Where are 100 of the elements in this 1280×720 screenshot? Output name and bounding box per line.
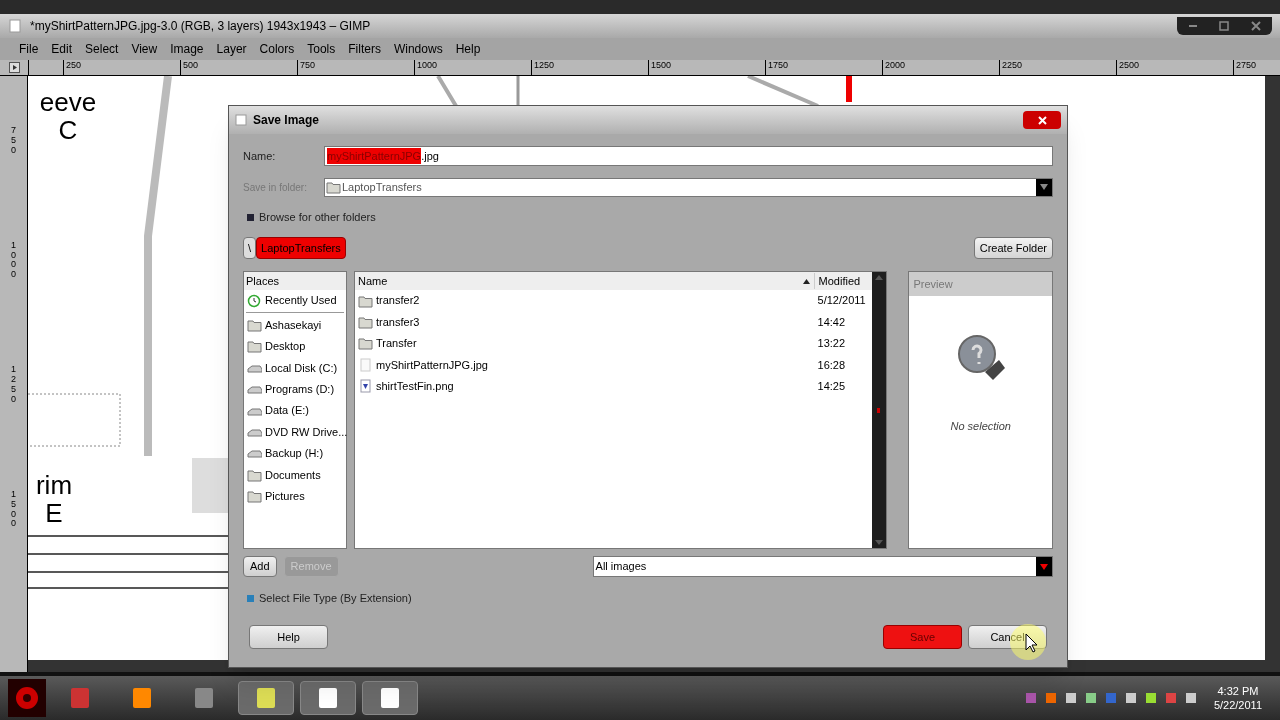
ruler-label: 750 — [300, 60, 316, 71]
folder-icon — [247, 318, 262, 333]
path-button[interactable]: \ — [243, 237, 257, 259]
file-date: 5/12/2011 — [816, 293, 867, 309]
tray-icon — [1023, 691, 1038, 705]
expander-label[interactable]: Select File Type (By Extension) — [259, 589, 412, 607]
menu-item[interactable]: Tools — [307, 40, 336, 58]
file-row[interactable]: transfer2 5/12/2011 — [355, 290, 872, 312]
file-row[interactable]: myShirtPatternJPG.jpg 16:28 — [355, 354, 872, 376]
ruler-label: 1250 — [534, 60, 555, 71]
file-name: transfer3 — [376, 314, 420, 330]
place-item[interactable]: Data (E:) — [244, 399, 346, 422]
menu-item[interactable]: Edit — [51, 40, 73, 58]
folder-icon — [358, 315, 373, 330]
menu-item[interactable]: Colors — [259, 40, 295, 58]
create-folder-button[interactable]: Create Folder — [973, 237, 1053, 259]
vertical-scrollbar[interactable] — [1265, 76, 1280, 672]
ruler-label: 1750 — [768, 60, 789, 71]
field-label: Name: — [243, 148, 277, 164]
file-row[interactable]: Transfer 13:22 — [355, 332, 872, 355]
recent-icon — [247, 293, 262, 308]
place-item[interactable]: Backup (H:) — [244, 442, 346, 465]
minimize-icon — [1187, 25, 1198, 27]
app-icon — [193, 686, 215, 710]
file-icon — [358, 357, 373, 372]
add-button[interactable]: Add — [243, 556, 277, 577]
tray-icon — [1183, 691, 1198, 705]
tray-icon — [1083, 691, 1098, 705]
file-row[interactable]: shirtTestFin.png 14:25 — [355, 375, 872, 397]
scroll-down-icon — [874, 540, 883, 545]
expander-icon[interactable] — [247, 213, 254, 221]
menu-item[interactable]: Image — [170, 40, 204, 58]
menu-item[interactable]: Filters — [348, 40, 381, 58]
tray-icon — [1143, 691, 1158, 705]
vertical-scrollbar[interactable] — [871, 272, 886, 548]
taskbar-button[interactable] — [362, 681, 418, 715]
column-header[interactable]: Name — [355, 272, 814, 290]
ruler-label: 2750 — [1236, 60, 1257, 71]
app-icon — [69, 686, 91, 710]
app-icon — [317, 686, 339, 710]
help-button[interactable]: Help — [249, 625, 328, 649]
file-name: Transfer — [376, 336, 417, 352]
app-icon — [131, 686, 153, 710]
ruler-label: 1500 — [651, 60, 672, 71]
navigate-icon — [8, 61, 20, 73]
taskbar-button[interactable] — [238, 681, 294, 715]
ruler-label: 250 — [66, 60, 82, 71]
place-item[interactable]: Recently Used — [244, 290, 346, 312]
folder-icon — [326, 180, 341, 194]
menu-item[interactable]: File — [19, 40, 39, 58]
place-item[interactable]: Ashasekayi — [244, 314, 346, 336]
caret-icon — [1040, 184, 1048, 190]
app-icon — [379, 686, 401, 710]
column-header[interactable]: Places — [244, 272, 346, 290]
place-item[interactable]: Programs (D:) — [244, 378, 346, 400]
file-name: myShirtPatternJPG.jpg — [376, 357, 488, 373]
canvas-label: E — [45, 499, 63, 527]
file-row[interactable]: transfer3 14:42 — [355, 311, 872, 333]
preview-text: No selection — [950, 419, 1011, 434]
file-date: 14:42 — [816, 314, 847, 330]
ruler-label: 500 — [183, 60, 199, 71]
cancel-button[interactable]: Cancel — [968, 625, 1047, 649]
file-date: 14:25 — [816, 379, 847, 394]
image-icon — [358, 379, 373, 394]
expander-label[interactable]: Browse for other folders — [259, 208, 376, 226]
tray-icon — [1063, 691, 1078, 705]
ruler-label: 1000 — [417, 60, 438, 71]
ruler-label: 2500 — [1119, 60, 1140, 71]
taskbar-button[interactable] — [300, 681, 356, 715]
place-item[interactable]: Pictures — [244, 485, 346, 507]
place-item[interactable]: Documents — [244, 464, 346, 486]
app-icon — [255, 686, 277, 710]
ruler-label: 1000 — [10, 240, 17, 281]
ruler-label: 2250 — [1002, 60, 1023, 71]
folder-dropdown[interactable]: LaptopTransfers — [324, 177, 1053, 197]
menu-item[interactable]: View — [131, 40, 158, 58]
file-date: 13:22 — [816, 336, 847, 352]
canvas-label: eeve — [39, 88, 97, 116]
tray-icon — [1043, 691, 1058, 705]
menu-item[interactable]: Help — [455, 40, 481, 58]
ruler-label: 750 — [10, 126, 17, 156]
name-field[interactable]: myShirtPatternJPG.jpg — [324, 146, 1053, 166]
start-icon — [8, 679, 46, 717]
file-date: 16:28 — [816, 357, 847, 373]
clock-date: 5/22/2011 — [1213, 698, 1262, 712]
ruler-label: 2000 — [885, 60, 906, 71]
clock-time: 4:32 PM — [1217, 684, 1259, 698]
place-item[interactable]: Desktop — [244, 335, 346, 358]
maximize-icon — [1219, 21, 1230, 31]
column-header[interactable]: Modified — [813, 272, 872, 290]
ruler-label: 1500 — [10, 489, 17, 530]
menu-item[interactable]: Layer — [216, 40, 247, 58]
close-button[interactable] — [1023, 111, 1061, 129]
menu-item[interactable]: Windows — [393, 40, 443, 58]
filter-dropdown[interactable]: All images — [592, 556, 1053, 577]
menu-item[interactable]: Select — [85, 40, 119, 58]
place-item[interactable]: Local Disk (C:) — [244, 357, 346, 379]
path-button[interactable]: LaptopTransfers — [256, 237, 346, 259]
tray-icon — [1103, 691, 1118, 705]
place-item[interactable]: DVD RW Drive... — [244, 421, 346, 443]
